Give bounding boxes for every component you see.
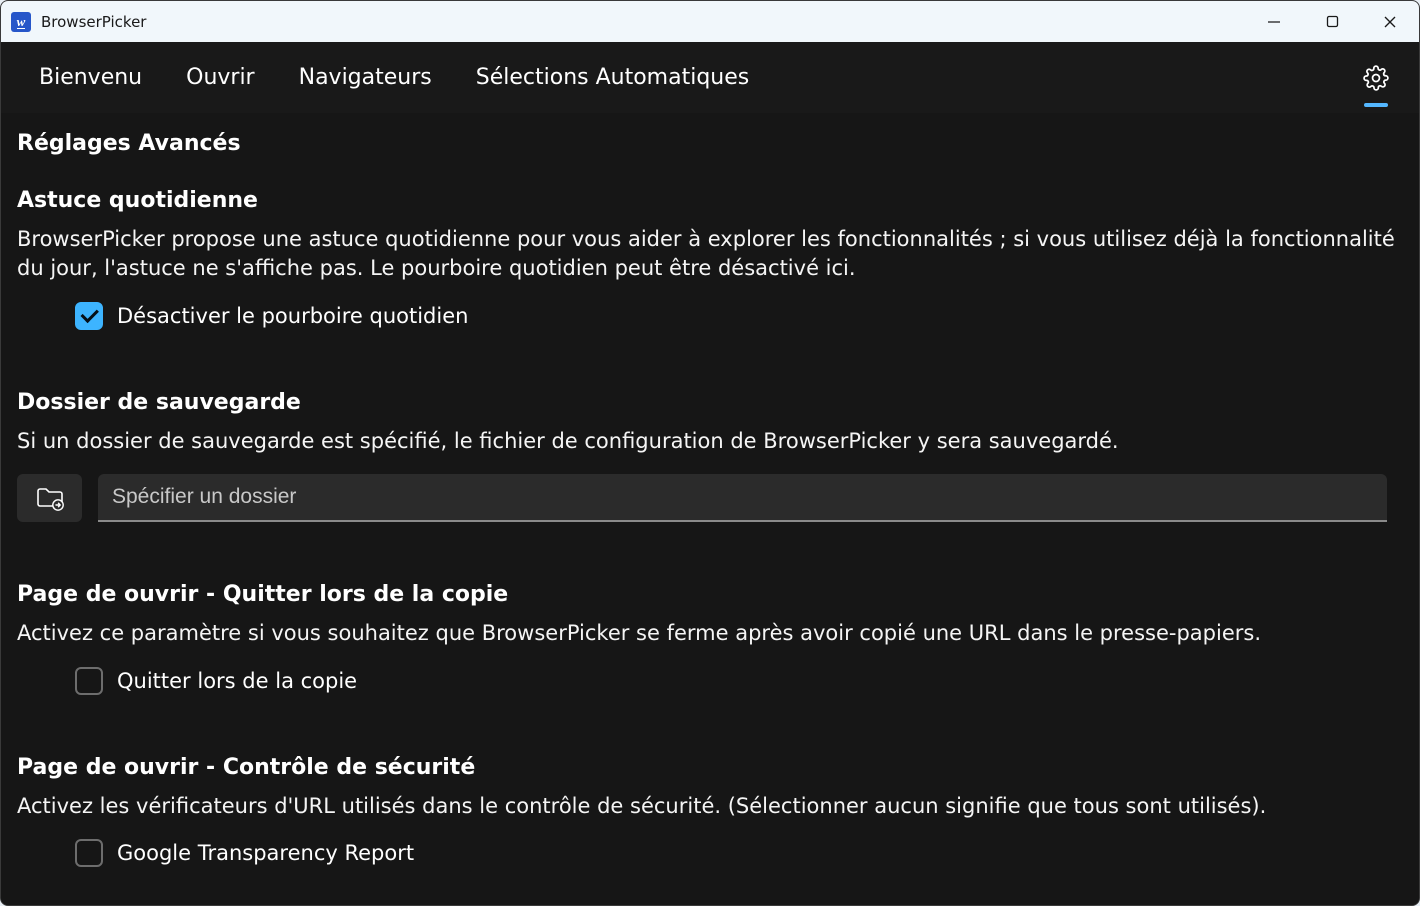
quit-on-copy-heading: Page de ouvrir - Quitter lors de la copi…: [17, 582, 1403, 607]
tab-browsers[interactable]: Navigateurs: [277, 42, 454, 113]
daily-tip-desc: BrowserPicker propose une astuce quotidi…: [17, 225, 1403, 284]
backup-folder-desc: Si un dossier de sauvegarde est spécifié…: [17, 427, 1403, 456]
section-daily-tip: Astuce quotidienne BrowserPicker propose…: [17, 188, 1403, 330]
quit-on-copy-checkbox[interactable]: [75, 667, 103, 695]
quit-on-copy-desc: Activez ce paramètre si vous souhaitez q…: [17, 619, 1403, 648]
google-transparency-label: Google Transparency Report: [117, 841, 414, 865]
app-icon: w: [11, 12, 31, 32]
tab-welcome[interactable]: Bienvenu: [17, 42, 164, 113]
backup-folder-heading: Dossier de sauvegarde: [17, 390, 1403, 415]
disable-daily-tip-checkbox[interactable]: [75, 302, 103, 330]
security-check-desc: Activez les vérificateurs d'URL utilisés…: [17, 792, 1403, 821]
titlebar[interactable]: w BrowserPicker: [1, 1, 1419, 42]
backup-folder-input[interactable]: [98, 474, 1387, 522]
window-title: BrowserPicker: [41, 13, 146, 31]
google-transparency-checkbox[interactable]: [75, 839, 103, 867]
section-quit-on-copy: Page de ouvrir - Quitter lors de la copi…: [17, 582, 1403, 694]
security-check-heading: Page de ouvrir - Contrôle de sécurité: [17, 755, 1403, 780]
settings-active-indicator: [1364, 103, 1388, 107]
navbar: Bienvenu Ouvrir Navigateurs Sélections A…: [1, 42, 1419, 113]
minimize-button[interactable]: [1245, 1, 1303, 42]
close-button[interactable]: [1361, 1, 1419, 42]
quit-on-copy-label: Quitter lors de la copie: [117, 669, 357, 693]
page-title: Réglages Avancés: [17, 131, 1403, 156]
browse-folder-button[interactable]: [17, 474, 82, 522]
content-area: Réglages Avancés Astuce quotidienne Brow…: [1, 113, 1419, 905]
folder-arrow-icon: [35, 485, 65, 511]
settings-button[interactable]: [1349, 42, 1403, 113]
tab-open[interactable]: Ouvrir: [164, 42, 276, 113]
tab-auto-selections[interactable]: Sélections Automatiques: [454, 42, 771, 113]
app-window: w BrowserPicker Bienvenu Ouvrir Navigate…: [0, 0, 1420, 906]
maximize-button[interactable]: [1303, 1, 1361, 42]
section-security-check: Page de ouvrir - Contrôle de sécurité Ac…: [17, 755, 1403, 867]
disable-daily-tip-label: Désactiver le pourboire quotidien: [117, 304, 468, 328]
section-backup-folder: Dossier de sauvegarde Si un dossier de s…: [17, 390, 1403, 522]
daily-tip-heading: Astuce quotidienne: [17, 188, 1403, 213]
